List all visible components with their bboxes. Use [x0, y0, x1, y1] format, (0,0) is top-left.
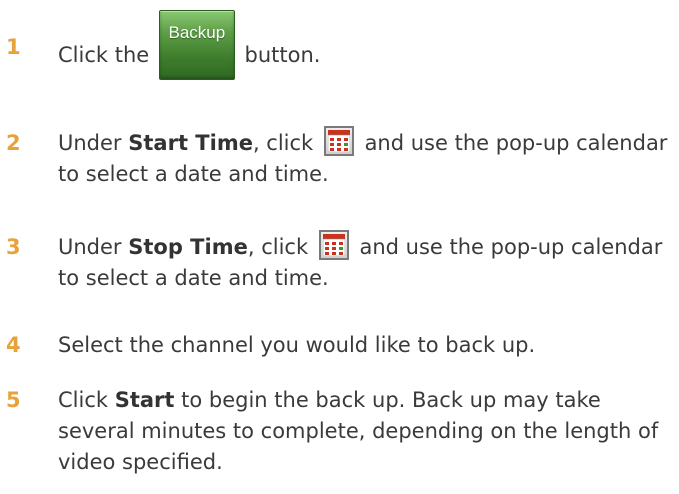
start-time-label: Start Time — [128, 131, 253, 155]
step-text-post: button. — [237, 43, 321, 67]
step-number: 4 — [6, 333, 21, 357]
step-text: Select the channel you would like to bac… — [58, 333, 536, 357]
backup-button-label: Backup — [168, 23, 226, 42]
step-text-mid: , click — [252, 131, 320, 155]
backup-button[interactable]: Backup — [158, 10, 235, 80]
step-text: Under Start Time, click and use the pop-… — [58, 126, 676, 190]
step-text-mid: , click — [247, 235, 315, 259]
step-text-pre: Click — [58, 388, 115, 412]
calendar-icon-graphic — [327, 130, 350, 152]
step-number: 1 — [6, 35, 21, 59]
step-text: Under Stop Time, click and use the pop-u… — [58, 230, 676, 294]
calendar-icon[interactable] — [323, 126, 354, 156]
calendar-icon-graphic — [322, 234, 345, 256]
stop-time-label: Stop Time — [128, 235, 248, 259]
step-text: Click the Backup button. — [58, 10, 676, 80]
step-text-pre: Click the — [58, 43, 156, 67]
step-text-pre: Under — [58, 131, 129, 155]
step-text: Click Start to begin the back up. Back u… — [58, 385, 676, 478]
start-label: Start — [114, 388, 175, 412]
step-number: 2 — [6, 131, 21, 155]
step-number: 3 — [6, 235, 21, 259]
step-text-pre: Under — [58, 235, 129, 259]
calendar-icon[interactable] — [318, 230, 349, 260]
step-number: 5 — [6, 388, 21, 412]
